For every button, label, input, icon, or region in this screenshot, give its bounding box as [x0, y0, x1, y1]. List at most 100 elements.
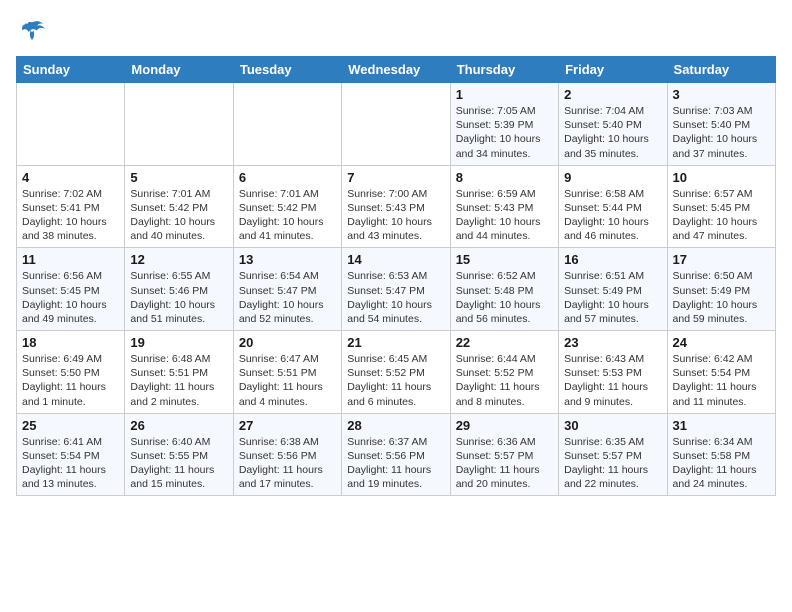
day-number: 2 — [564, 87, 661, 102]
calendar-cell: 13 Sunrise: 6:54 AM Sunset: 5:47 PM Dayli… — [233, 248, 341, 331]
day-info: Sunrise: 6:47 AM Sunset: 5:51 PM Dayligh… — [239, 352, 336, 409]
logo-icon — [16, 16, 48, 48]
day-info: Sunrise: 6:58 AM Sunset: 5:44 PM Dayligh… — [564, 187, 661, 244]
day-info: Sunrise: 6:38 AM Sunset: 5:56 PM Dayligh… — [239, 435, 336, 492]
day-info: Sunrise: 7:04 AM Sunset: 5:40 PM Dayligh… — [564, 104, 661, 161]
calendar-cell: 20Sunrise: 6:47 AM Sunset: 5:51 PM Dayli… — [233, 331, 341, 414]
header-day-sunday: Sunday — [17, 57, 125, 83]
calendar-cell: 4 Sunrise: 7:02 AM Sunset: 5:41 PM Daylig… — [17, 165, 125, 248]
day-number: 12 — [130, 252, 227, 267]
header-day-tuesday: Tuesday — [233, 57, 341, 83]
calendar-cell: 7Sunrise: 7:00 AM Sunset: 5:43 PM Daylig… — [342, 165, 450, 248]
page-header — [16, 16, 776, 48]
calendar-cell: 28Sunrise: 6:37 AM Sunset: 5:56 PM Dayli… — [342, 413, 450, 496]
day-number: 31 — [673, 418, 770, 433]
calendar-week-4: 25 Sunrise: 6:41 AM Sunset: 5:54 PM Dayli… — [17, 413, 776, 496]
day-number: 15 — [456, 252, 553, 267]
calendar-cell: 19 Sunrise: 6:48 AM Sunset: 5:51 PM Dayli… — [125, 331, 233, 414]
calendar-cell: 22Sunrise: 6:44 AM Sunset: 5:52 PM Dayli… — [450, 331, 558, 414]
day-number: 28 — [347, 418, 444, 433]
day-number: 13 — [239, 252, 336, 267]
day-info: Sunrise: 6:45 AM Sunset: 5:52 PM Dayligh… — [347, 352, 444, 409]
day-number: 16 — [564, 252, 661, 267]
calendar-cell: 27 Sunrise: 6:38 AM Sunset: 5:56 PM Dayli… — [233, 413, 341, 496]
calendar-cell: 6 Sunrise: 7:01 AM Sunset: 5:42 PM Daylig… — [233, 165, 341, 248]
calendar-cell: 11 Sunrise: 6:56 AM Sunset: 5:45 PM Dayli… — [17, 248, 125, 331]
calendar-table: SundayMondayTuesdayWednesdayThursdayFrid… — [16, 56, 776, 496]
day-info: Sunrise: 6:40 AM Sunset: 5:55 PM Dayligh… — [130, 435, 227, 492]
day-number: 25 — [22, 418, 119, 433]
day-info: Sunrise: 6:34 AM Sunset: 5:58 PM Dayligh… — [673, 435, 770, 492]
calendar-week-0: 1 Sunrise: 7:05 AM Sunset: 5:39 PM Daylig… — [17, 83, 776, 166]
day-number: 1 — [456, 87, 553, 102]
calendar-cell: 12Sunrise: 6:55 AM Sunset: 5:46 PM Dayli… — [125, 248, 233, 331]
logo — [16, 16, 52, 48]
day-info: Sunrise: 6:36 AM Sunset: 5:57 PM Dayligh… — [456, 435, 553, 492]
calendar-cell: 30Sunrise: 6:35 AM Sunset: 5:57 PM Dayli… — [559, 413, 667, 496]
day-info: Sunrise: 6:53 AM Sunset: 5:47 PM Dayligh… — [347, 269, 444, 326]
header-day-saturday: Saturday — [667, 57, 775, 83]
calendar-cell: 25 Sunrise: 6:41 AM Sunset: 5:54 PM Dayli… — [17, 413, 125, 496]
calendar-cell — [17, 83, 125, 166]
calendar-header-row: SundayMondayTuesdayWednesdayThursdayFrid… — [17, 57, 776, 83]
day-number: 27 — [239, 418, 336, 433]
day-number: 3 — [673, 87, 770, 102]
day-info: Sunrise: 6:59 AM Sunset: 5:43 PM Dayligh… — [456, 187, 553, 244]
day-number: 4 — [22, 170, 119, 185]
calendar-cell: 8 Sunrise: 6:59 AM Sunset: 5:43 PM Daylig… — [450, 165, 558, 248]
day-number: 6 — [239, 170, 336, 185]
day-info: Sunrise: 7:00 AM Sunset: 5:43 PM Dayligh… — [347, 187, 444, 244]
calendar-cell: 5Sunrise: 7:01 AM Sunset: 5:42 PM Daylig… — [125, 165, 233, 248]
calendar-cell: 2 Sunrise: 7:04 AM Sunset: 5:40 PM Daylig… — [559, 83, 667, 166]
calendar-cell: 10Sunrise: 6:57 AM Sunset: 5:45 PM Dayli… — [667, 165, 775, 248]
calendar-cell: 15 Sunrise: 6:52 AM Sunset: 5:48 PM Dayli… — [450, 248, 558, 331]
day-number: 11 — [22, 252, 119, 267]
calendar-cell: 16 Sunrise: 6:51 AM Sunset: 5:49 PM Dayli… — [559, 248, 667, 331]
calendar-cell: 21 Sunrise: 6:45 AM Sunset: 5:52 PM Dayli… — [342, 331, 450, 414]
calendar-week-2: 11 Sunrise: 6:56 AM Sunset: 5:45 PM Dayli… — [17, 248, 776, 331]
day-info: Sunrise: 6:52 AM Sunset: 5:48 PM Dayligh… — [456, 269, 553, 326]
day-info: Sunrise: 6:57 AM Sunset: 5:45 PM Dayligh… — [673, 187, 770, 244]
day-info: Sunrise: 6:51 AM Sunset: 5:49 PM Dayligh… — [564, 269, 661, 326]
day-number: 8 — [456, 170, 553, 185]
day-info: Sunrise: 6:49 AM Sunset: 5:50 PM Dayligh… — [22, 352, 119, 409]
calendar-cell — [342, 83, 450, 166]
day-number: 14 — [347, 252, 444, 267]
day-number: 19 — [130, 335, 227, 350]
calendar-cell: 23 Sunrise: 6:43 AM Sunset: 5:53 PM Dayli… — [559, 331, 667, 414]
calendar-cell: 1 Sunrise: 7:05 AM Sunset: 5:39 PM Daylig… — [450, 83, 558, 166]
day-number: 23 — [564, 335, 661, 350]
calendar-cell: 3 Sunrise: 7:03 AM Sunset: 5:40 PM Daylig… — [667, 83, 775, 166]
day-info: Sunrise: 7:01 AM Sunset: 5:42 PM Dayligh… — [239, 187, 336, 244]
day-number: 26 — [130, 418, 227, 433]
day-info: Sunrise: 7:05 AM Sunset: 5:39 PM Dayligh… — [456, 104, 553, 161]
day-number: 17 — [673, 252, 770, 267]
calendar-cell: 9 Sunrise: 6:58 AM Sunset: 5:44 PM Daylig… — [559, 165, 667, 248]
day-info: Sunrise: 6:42 AM Sunset: 5:54 PM Dayligh… — [673, 352, 770, 409]
calendar-week-3: 18 Sunrise: 6:49 AM Sunset: 5:50 PM Dayli… — [17, 331, 776, 414]
day-number: 18 — [22, 335, 119, 350]
day-number: 21 — [347, 335, 444, 350]
day-info: Sunrise: 7:01 AM Sunset: 5:42 PM Dayligh… — [130, 187, 227, 244]
day-info: Sunrise: 6:48 AM Sunset: 5:51 PM Dayligh… — [130, 352, 227, 409]
header-day-thursday: Thursday — [450, 57, 558, 83]
calendar-cell: 24 Sunrise: 6:42 AM Sunset: 5:54 PM Dayli… — [667, 331, 775, 414]
day-info: Sunrise: 6:50 AM Sunset: 5:49 PM Dayligh… — [673, 269, 770, 326]
day-info: Sunrise: 6:41 AM Sunset: 5:54 PM Dayligh… — [22, 435, 119, 492]
header-day-wednesday: Wednesday — [342, 57, 450, 83]
calendar-cell: 18 Sunrise: 6:49 AM Sunset: 5:50 PM Dayli… — [17, 331, 125, 414]
calendar-cell: 31 Sunrise: 6:34 AM Sunset: 5:58 PM Dayli… — [667, 413, 775, 496]
day-number: 9 — [564, 170, 661, 185]
day-number: 30 — [564, 418, 661, 433]
day-info: Sunrise: 6:54 AM Sunset: 5:47 PM Dayligh… — [239, 269, 336, 326]
calendar-cell — [233, 83, 341, 166]
day-info: Sunrise: 7:03 AM Sunset: 5:40 PM Dayligh… — [673, 104, 770, 161]
day-number: 24 — [673, 335, 770, 350]
day-info: Sunrise: 6:43 AM Sunset: 5:53 PM Dayligh… — [564, 352, 661, 409]
day-number: 22 — [456, 335, 553, 350]
day-info: Sunrise: 7:02 AM Sunset: 5:41 PM Dayligh… — [22, 187, 119, 244]
day-info: Sunrise: 6:56 AM Sunset: 5:45 PM Dayligh… — [22, 269, 119, 326]
calendar-cell: 26 Sunrise: 6:40 AM Sunset: 5:55 PM Dayli… — [125, 413, 233, 496]
calendar-week-1: 4 Sunrise: 7:02 AM Sunset: 5:41 PM Daylig… — [17, 165, 776, 248]
calendar-cell: 17 Sunrise: 6:50 AM Sunset: 5:49 PM Dayli… — [667, 248, 775, 331]
